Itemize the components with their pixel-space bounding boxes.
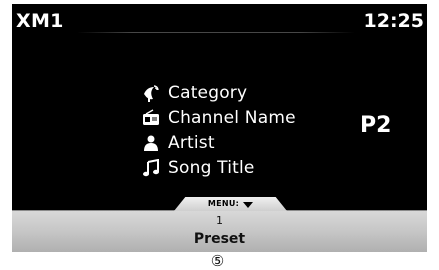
menu-tab-button[interactable]: MENU: <box>174 197 287 211</box>
preset-soft-key-label[interactable]: Preset <box>12 231 427 247</box>
info-label-channel-name: Channel Name <box>168 108 296 128</box>
info-label-artist: Artist <box>168 133 215 153</box>
music-note-icon <box>142 159 160 177</box>
radio-display-screen: XM1 12:25 Category Channel Name Artist S… <box>12 4 427 252</box>
source-title: XM1 <box>16 10 64 32</box>
radio-icon <box>142 109 160 127</box>
menu-down-triangle-icon <box>243 201 254 208</box>
info-row-song-title: Song Title <box>142 156 255 180</box>
person-icon <box>142 134 160 152</box>
info-row-category: Category <box>142 81 247 105</box>
header-divider <box>77 32 355 33</box>
menu-label: MENU: <box>207 199 240 208</box>
preset-number: 1 <box>216 214 223 227</box>
preset-indicator: P2 <box>360 113 392 138</box>
clock: 12:25 <box>363 10 424 32</box>
satellite-dish-icon <box>142 84 160 102</box>
callout-number: ⑤ <box>210 252 225 270</box>
info-label-category: Category <box>168 83 248 103</box>
info-label-song-title: Song Title <box>168 158 255 178</box>
info-row-artist: Artist <box>142 131 215 155</box>
info-row-channel-name: Channel Name <box>142 106 296 130</box>
